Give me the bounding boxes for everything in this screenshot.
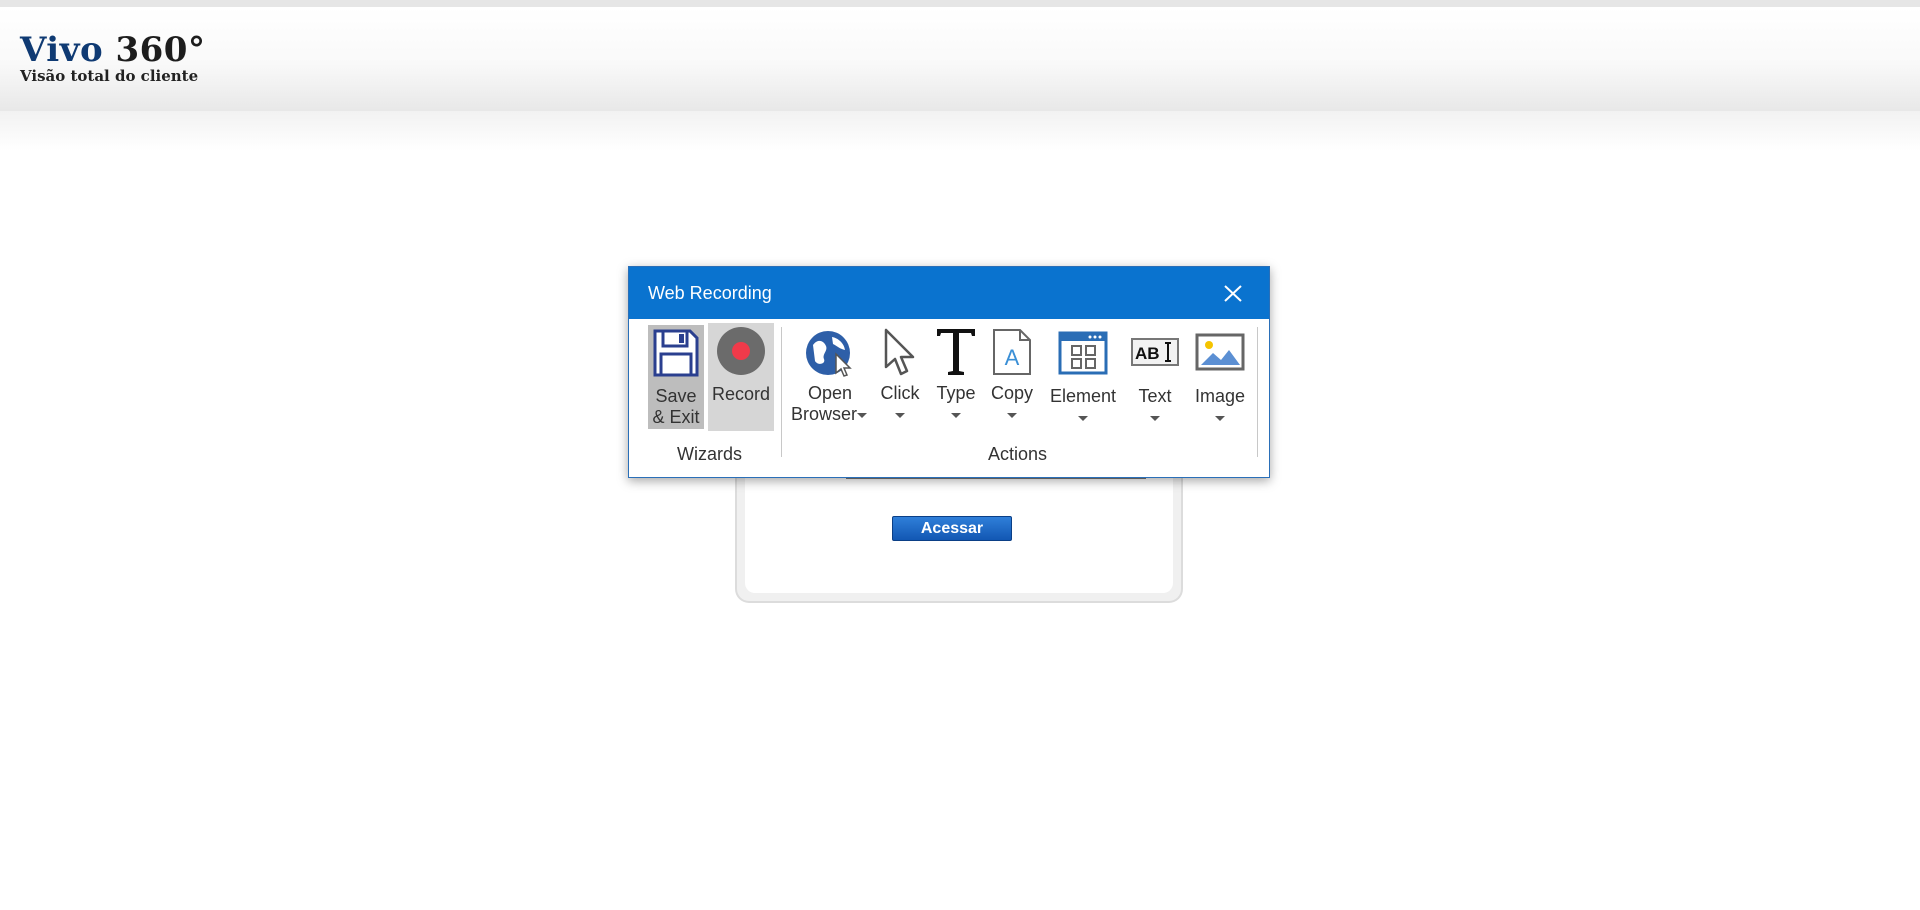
text-type-icon <box>937 329 975 375</box>
dialog-title: Web Recording <box>648 283 772 303</box>
type-dropdown-caret <box>951 413 961 418</box>
record-button[interactable]: Record <box>708 323 774 431</box>
web-recording-dialog: Web Recording Save & Exit Record Wizards… <box>628 266 1270 478</box>
group-separator <box>781 327 782 457</box>
close-button[interactable] <box>1215 278 1249 308</box>
vivo-360-logo: Vivo 360° Visão total do cliente <box>20 31 205 85</box>
svg-text:AB: AB <box>1135 344 1160 363</box>
copy-document-icon: A <box>993 329 1031 375</box>
record-icon <box>717 327 765 375</box>
open-browser-label-line1: Open <box>807 383 853 403</box>
save-exit-button[interactable]: Save & Exit <box>648 325 704 429</box>
open-browser-dropdown-caret <box>857 413 867 418</box>
actions-group-label: Actions <box>988 444 1048 464</box>
click-dropdown-caret <box>895 413 905 418</box>
ribbon: Save & Exit Record Wizards Open Browser <box>629 319 1269 477</box>
logo-title: Vivo 360° <box>20 31 205 69</box>
top-strip <box>0 0 1920 7</box>
header-shadow <box>0 111 1920 151</box>
image-dropdown-caret <box>1215 416 1225 421</box>
acessar-button[interactable]: Acessar <box>892 516 1012 541</box>
close-icon <box>1224 285 1242 302</box>
element-button[interactable]: Element <box>1047 325 1119 435</box>
click-button[interactable]: Click <box>875 325 925 435</box>
element-grid-icon <box>1058 331 1108 375</box>
ribbon-end-separator <box>1257 327 1258 457</box>
text-cursor-icon: AB <box>1131 338 1179 366</box>
save-exit-label-line1: Save <box>655 386 697 406</box>
image-button[interactable]: Image <box>1189 325 1251 435</box>
click-label: Click <box>880 383 920 403</box>
mouse-pointer-icon <box>884 328 915 376</box>
element-label: Element <box>1049 386 1117 406</box>
svg-text:A: A <box>1005 345 1020 370</box>
image-picture-icon <box>1195 333 1245 371</box>
text-button[interactable]: AB Text <box>1125 325 1185 435</box>
app-header: Vivo 360° Visão total do cliente <box>0 7 1920 111</box>
text-label: Text <box>1138 386 1172 406</box>
globe-cursor-icon <box>806 331 852 377</box>
type-label: Type <box>936 383 976 403</box>
record-label: Record <box>711 384 771 404</box>
wizards-group-label: Wizards <box>677 444 743 464</box>
save-exit-label-line2: & Exit <box>652 407 700 427</box>
image-label: Image <box>1194 386 1246 406</box>
element-dropdown-caret <box>1078 416 1088 421</box>
text-dropdown-caret <box>1150 416 1160 421</box>
open-browser-button[interactable]: Open Browser <box>787 325 873 435</box>
copy-dropdown-caret <box>1007 413 1017 418</box>
dialog-titlebar[interactable]: Web Recording <box>629 267 1269 319</box>
type-button[interactable]: Type <box>931 325 981 435</box>
copy-button[interactable]: A Copy <box>987 325 1037 435</box>
logo-subtitle: Visão total do cliente <box>20 67 199 85</box>
copy-label: Copy <box>990 383 1034 403</box>
logo-number: 360° <box>115 30 206 70</box>
logo-brand: Vivo <box>20 30 104 70</box>
floppy-disk-icon <box>653 329 699 377</box>
